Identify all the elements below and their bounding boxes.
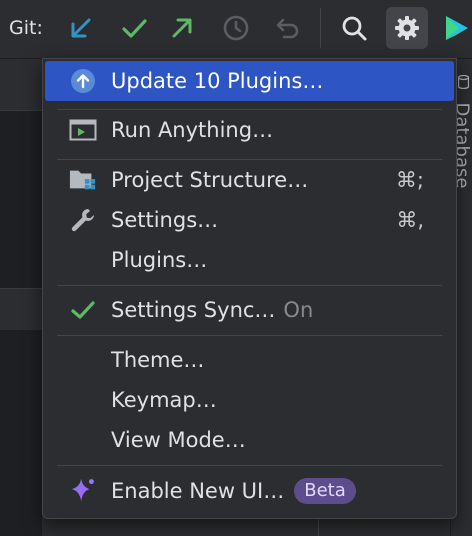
menu-item-label: Project Structure…	[111, 168, 309, 192]
wrench-icon	[69, 207, 97, 233]
divider	[0, 110, 42, 111]
commit-button[interactable]	[116, 10, 152, 46]
menu-item-update-plugins[interactable]: Update 10 Plugins…	[45, 61, 454, 101]
tool-window-header	[0, 59, 42, 111]
menu-item-shortcut: ⌘;	[395, 168, 424, 192]
sparkle-icon	[69, 477, 97, 503]
commit-icon	[122, 19, 147, 38]
update-project-button[interactable]	[63, 10, 99, 46]
menu-separator	[57, 285, 442, 286]
menu-item-shortcut: ⌘,	[396, 208, 424, 232]
divider	[0, 288, 42, 289]
menu-item-label: Update 10 Plugins…	[111, 69, 324, 93]
settings-popup-menu: Update 10 Plugins… Run Anything… Project…	[42, 58, 457, 519]
menu-item-settings-sync[interactable]: Settings Sync… On	[45, 290, 454, 330]
checkmark-icon	[69, 297, 97, 323]
menu-item-label: Enable New UI… Beta	[111, 478, 356, 504]
git-label: Git:	[9, 17, 43, 39]
toolbar-separator	[320, 8, 321, 48]
search-button[interactable]	[336, 10, 372, 46]
settings-gear-button[interactable]	[386, 7, 428, 49]
plugin-logo-button[interactable]	[440, 10, 472, 46]
arrow-up-circle-icon	[69, 68, 97, 94]
menu-item-plugins[interactable]: Plugins…	[45, 240, 454, 280]
menu-item-project-structure[interactable]: Project Structure… ⌘;	[45, 160, 454, 200]
rollback-button[interactable]	[270, 10, 306, 46]
main-toolbar: Git:	[0, 0, 472, 59]
menu-item-label: Plugins…	[111, 248, 208, 272]
menu-item-label: Settings…	[111, 208, 219, 232]
beta-badge: Beta	[294, 478, 356, 504]
history-button[interactable]	[218, 10, 254, 46]
menu-separator	[57, 465, 442, 466]
run-anything-icon	[69, 117, 97, 143]
history-icon	[223, 15, 249, 41]
plugin-logo-icon	[446, 16, 468, 40]
push-button[interactable]	[164, 10, 200, 46]
menu-item-label: View Mode…	[111, 428, 246, 452]
menu-item-label: Settings Sync… On	[111, 298, 314, 322]
project-structure-icon	[69, 167, 97, 193]
menu-item-label: Keymap…	[111, 388, 217, 412]
menu-item-enable-new-ui[interactable]: Enable New UI… Beta	[45, 470, 454, 510]
update-project-icon	[71, 18, 91, 38]
tool-window-section	[0, 288, 42, 330]
menu-item-view-mode[interactable]: View Mode…	[45, 420, 454, 460]
sync-status: On	[283, 298, 314, 322]
gear-icon	[395, 16, 419, 40]
menu-separator	[57, 335, 442, 336]
menu-item-keymap[interactable]: Keymap…	[45, 380, 454, 420]
menu-item-label: Run Anything…	[111, 118, 274, 142]
rollback-icon	[276, 18, 299, 39]
divider	[318, 518, 319, 536]
search-icon	[342, 16, 367, 41]
menu-item-theme[interactable]: Theme…	[45, 340, 454, 380]
menu-item-settings[interactable]: Settings… ⌘,	[45, 200, 454, 240]
menu-item-run-anything[interactable]: Run Anything…	[45, 110, 454, 150]
push-icon	[172, 18, 192, 38]
menu-item-label: Theme…	[111, 348, 205, 372]
